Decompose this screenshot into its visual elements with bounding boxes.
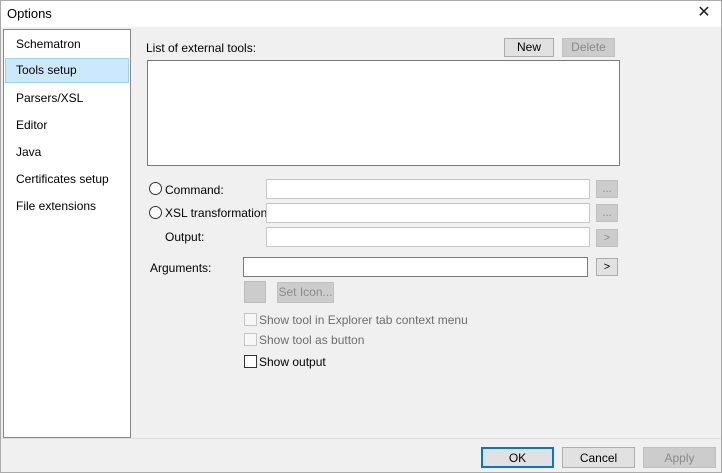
external-tools-list[interactable] <box>147 60 620 166</box>
arguments-arrow-button[interactable]: > <box>596 258 618 276</box>
output-input[interactable] <box>266 227 590 247</box>
output-arrow-button[interactable]: > <box>596 229 618 247</box>
options-window: Options ✕ Schematron Tools setup Parsers… <box>0 0 722 473</box>
title-bar: Options ✕ <box>1 1 721 27</box>
command-label: Command: <box>165 183 224 197</box>
cancel-button[interactable]: Cancel <box>562 447 635 468</box>
new-button[interactable]: New <box>504 38 554 57</box>
command-browse-button[interactable]: ... <box>596 180 618 198</box>
dialog-footer: OK Cancel Apply <box>1 438 721 472</box>
sidebar-item-file-extensions[interactable]: File extensions <box>5 194 129 219</box>
show-output-label: Show output <box>259 355 326 369</box>
external-tools-label: List of external tools: <box>146 41 257 55</box>
sidebar-item-parsers-xsl[interactable]: Parsers/XSL <box>5 86 129 111</box>
command-radio[interactable] <box>149 182 162 195</box>
show-as-button-checkbox[interactable] <box>244 333 257 346</box>
delete-button[interactable]: Delete <box>562 38 615 57</box>
arguments-input[interactable] <box>243 257 588 277</box>
sidebar-item-schematron[interactable]: Schematron <box>5 32 129 57</box>
sidebar-item-certificates-setup[interactable]: Certificates setup <box>5 167 129 192</box>
sidebar-item-editor[interactable]: Editor <box>5 113 129 138</box>
command-input[interactable] <box>266 179 590 199</box>
show-in-explorer-checkbox[interactable] <box>244 313 257 326</box>
set-icon-button[interactable]: Set Icon... <box>277 282 334 303</box>
tools-setup-panel: List of external tools: New Delete Comma… <box>133 29 721 438</box>
xsl-transformation-radio[interactable] <box>149 206 162 219</box>
apply-button[interactable]: Apply <box>643 447 716 468</box>
tool-icon-preview <box>244 281 266 303</box>
xsl-transformation-input[interactable] <box>266 203 590 223</box>
arguments-label: Arguments: <box>150 261 212 275</box>
window-title: Options <box>7 6 52 21</box>
close-icon[interactable]: ✕ <box>695 4 713 22</box>
show-output-checkbox[interactable] <box>244 355 257 368</box>
output-label: Output: <box>165 230 205 244</box>
ok-button[interactable]: OK <box>481 447 554 468</box>
category-list: Schematron Tools setup Parsers/XSL Edito… <box>3 29 131 438</box>
xsl-transformation-label: XSL transformation: <box>165 206 271 220</box>
xsl-browse-button[interactable]: ... <box>596 204 618 222</box>
show-in-explorer-label: Show tool in Explorer tab context menu <box>259 313 468 327</box>
sidebar-item-java[interactable]: Java <box>5 140 129 165</box>
sidebar-item-tools-setup[interactable]: Tools setup <box>5 58 129 83</box>
show-as-button-label: Show tool as button <box>259 333 365 347</box>
